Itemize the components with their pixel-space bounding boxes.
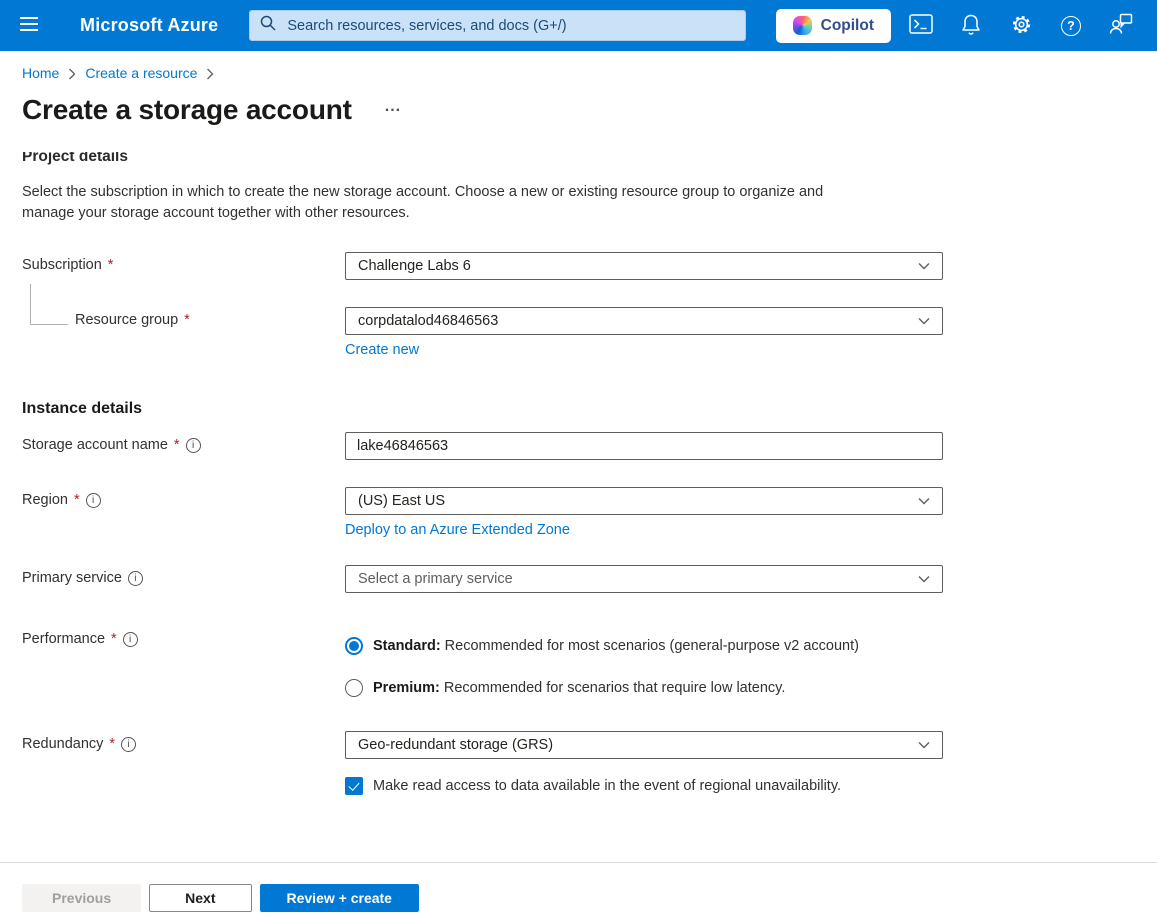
copilot-button[interactable]: Copilot bbox=[776, 9, 891, 43]
info-icon[interactable]: i bbox=[128, 571, 143, 586]
resource-group-label: Resource group * bbox=[22, 307, 345, 328]
redundancy-value: Geo-redundant storage (GRS) bbox=[358, 737, 553, 753]
breadcrumb-link-create-a-resource[interactable]: Create a resource bbox=[85, 65, 197, 81]
info-icon[interactable]: i bbox=[186, 438, 201, 453]
primary-service-placeholder: Select a primary service bbox=[358, 571, 513, 587]
performance-radio-group: Standard:Recommended for most scenarios … bbox=[345, 629, 943, 697]
deploy-extended-zone-link[interactable]: Deploy to an Azure Extended Zone bbox=[345, 522, 570, 538]
feedback-icon bbox=[1109, 13, 1133, 38]
read-access-checkbox-label: Make read access to data available in th… bbox=[373, 778, 841, 794]
radio-button-icon bbox=[345, 679, 363, 697]
cloud-shell-icon bbox=[909, 14, 933, 37]
topbar-actions: Copilot ? bbox=[776, 6, 1141, 46]
required-asterisk: * bbox=[184, 312, 190, 328]
notifications-bell-icon bbox=[960, 13, 982, 39]
chevron-right-icon bbox=[206, 68, 214, 80]
create-new-link[interactable]: Create new bbox=[345, 342, 419, 358]
chevron-down-icon bbox=[918, 737, 930, 753]
parent-child-connector-line bbox=[30, 284, 68, 325]
performance-label: Performance * i bbox=[22, 629, 345, 647]
project-details-description: Select the subscription in which to crea… bbox=[22, 182, 1157, 224]
required-asterisk: * bbox=[109, 736, 115, 752]
info-icon[interactable]: i bbox=[121, 737, 136, 752]
radio-button-icon bbox=[345, 637, 363, 655]
resource-group-value: corpdatalod46846563 bbox=[358, 313, 498, 329]
info-icon[interactable]: i bbox=[123, 632, 138, 647]
chevron-down-icon bbox=[918, 313, 930, 329]
search-icon bbox=[260, 15, 276, 36]
region-value: (US) East US bbox=[358, 493, 445, 509]
checkbox-checked-icon bbox=[345, 777, 363, 795]
region-dropdown[interactable]: (US) East US bbox=[345, 487, 943, 515]
breadcrumb-link-home[interactable]: Home bbox=[22, 65, 59, 81]
subscription-label: Subscription * bbox=[22, 252, 345, 273]
performance-option-premium[interactable]: Premium:Recommended for scenarios that r… bbox=[345, 679, 943, 697]
chevron-right-icon bbox=[68, 68, 76, 80]
copilot-logo-icon bbox=[793, 16, 812, 35]
section-heading-project-details: Project details bbox=[22, 152, 1157, 166]
more-actions-ellipsis[interactable]: ... bbox=[385, 98, 401, 116]
page-title: Create a storage account bbox=[22, 94, 352, 126]
storage-account-name-input[interactable] bbox=[345, 432, 943, 460]
resource-group-dropdown[interactable]: corpdatalod46846563 bbox=[345, 307, 943, 335]
previous-button[interactable]: Previous bbox=[22, 884, 141, 912]
required-asterisk: * bbox=[111, 631, 117, 647]
next-button[interactable]: Next bbox=[149, 884, 251, 912]
primary-service-dropdown[interactable]: Select a primary service bbox=[345, 565, 943, 593]
create-storage-account-page: Microsoft Azure Copilot bbox=[0, 0, 1157, 913]
settings-gear-icon bbox=[1010, 13, 1033, 39]
azure-top-bar: Microsoft Azure Copilot bbox=[0, 0, 1157, 51]
wizard-footer: Previous Next Review + create bbox=[0, 862, 1157, 913]
help-button[interactable]: ? bbox=[1051, 6, 1091, 46]
cloud-shell-button[interactable] bbox=[901, 6, 941, 46]
chevron-down-icon bbox=[918, 493, 930, 509]
required-asterisk: * bbox=[174, 437, 180, 453]
section-heading-instance-details: Instance details bbox=[22, 400, 1157, 418]
settings-button[interactable] bbox=[1001, 6, 1041, 46]
review-create-button[interactable]: Review + create bbox=[260, 884, 419, 912]
feedback-button[interactable] bbox=[1101, 6, 1141, 46]
required-asterisk: * bbox=[74, 492, 80, 508]
info-icon[interactable]: i bbox=[86, 493, 101, 508]
global-search-box[interactable] bbox=[249, 10, 746, 41]
read-access-checkbox-row[interactable]: Make read access to data available in th… bbox=[345, 777, 943, 795]
region-label: Region * i bbox=[22, 487, 345, 508]
hamburger-menu-icon bbox=[19, 16, 39, 35]
portal-menu-button[interactable] bbox=[16, 13, 42, 39]
chevron-down-icon bbox=[918, 571, 930, 587]
chevron-down-icon bbox=[918, 258, 930, 274]
required-asterisk: * bbox=[108, 257, 114, 273]
storage-account-name-label: Storage account name * i bbox=[22, 432, 345, 453]
help-icon: ? bbox=[1061, 16, 1081, 36]
breadcrumb: Home Create a resource bbox=[0, 51, 1157, 81]
copilot-label: Copilot bbox=[821, 17, 874, 35]
azure-brand: Microsoft Azure bbox=[80, 15, 218, 36]
redundancy-label: Redundancy * i bbox=[22, 731, 345, 752]
performance-option-standard[interactable]: Standard:Recommended for most scenarios … bbox=[345, 637, 943, 655]
primary-service-label: Primary service i bbox=[22, 565, 345, 586]
redundancy-dropdown[interactable]: Geo-redundant storage (GRS) bbox=[345, 731, 943, 759]
global-search-input[interactable] bbox=[285, 17, 735, 35]
subscription-value: Challenge Labs 6 bbox=[358, 258, 471, 274]
notifications-button[interactable] bbox=[951, 6, 991, 46]
subscription-dropdown[interactable]: Challenge Labs 6 bbox=[345, 252, 943, 280]
